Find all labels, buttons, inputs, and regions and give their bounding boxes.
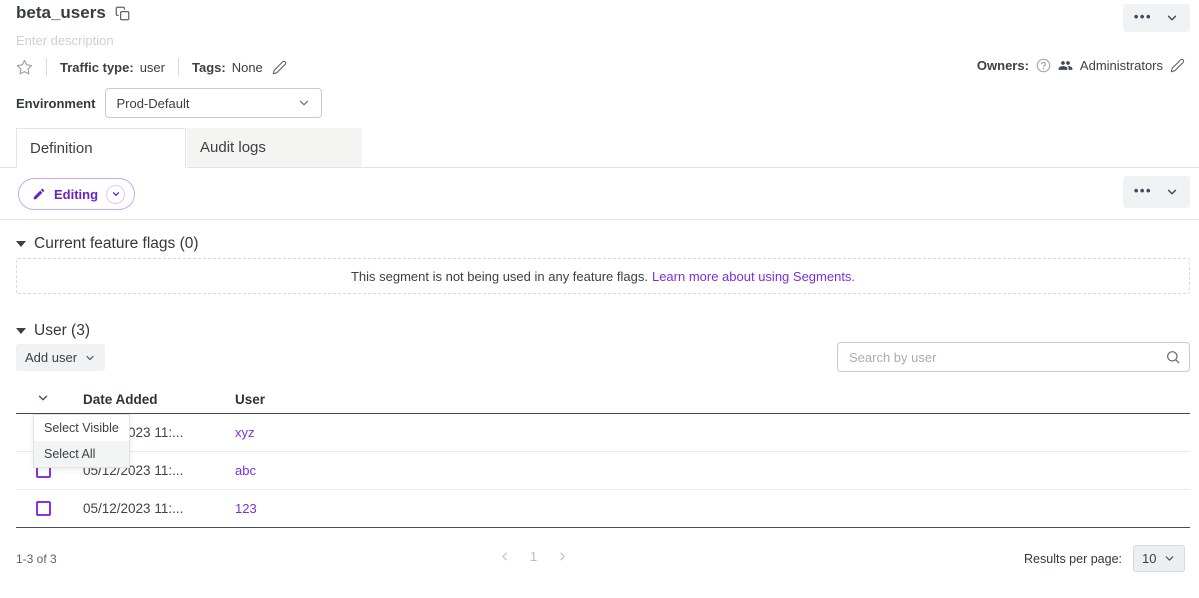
table-header-row: Date Added User [16,386,1190,414]
page-number[interactable]: 1 [530,549,537,564]
search-input[interactable] [837,342,1190,372]
help-icon[interactable] [1036,58,1051,73]
owners-row: Owners: Administrators [977,58,1185,73]
collapse-triangle-icon [16,328,26,334]
ellipsis-icon: ••• [1134,184,1152,201]
collapse-triangle-icon [16,241,26,247]
column-header-date: Date Added [83,392,235,407]
section-divider [0,219,1199,220]
divider [178,58,179,76]
description-field[interactable]: Enter description [16,33,114,48]
chevron-down-icon [1165,11,1179,25]
add-user-button[interactable]: Add user [16,344,105,371]
next-page-icon[interactable] [556,550,569,563]
environment-label: Environment [16,96,95,111]
editing-label: Editing [54,187,98,202]
environment-select[interactable]: Prod-Default [105,88,322,118]
user-section-header[interactable]: User (3) [16,322,90,340]
users-table: Date Added User 05/12/2023 11:... xyz 05… [16,386,1190,528]
traffic-type-value: user [140,60,165,75]
copy-icon[interactable] [115,6,130,21]
feature-flags-section-header[interactable]: Current feature flags (0) [16,235,199,253]
chevron-down-icon [36,391,50,405]
divider [46,58,47,76]
tags-label: Tags: [192,60,226,75]
environment-row: Environment Prod-Default [16,88,322,118]
pencil-icon [32,187,46,201]
results-per-page-select[interactable]: 10 [1133,545,1185,572]
pagination: 1 [498,549,569,564]
feature-flags-empty-state: This segment is not being used in any fe… [16,258,1190,294]
cell-date: 05/12/2023 11:... [83,501,235,516]
feature-flags-section-title: Current feature flags (0) [34,235,199,253]
segment-meta-row: Traffic type: user Tags: None [16,58,287,76]
table-row: 05/12/2023 11:... abc [16,452,1190,490]
search-icon[interactable] [1165,349,1181,365]
edit-tags-icon[interactable] [272,60,287,75]
search-container [837,342,1190,372]
learn-more-link[interactable]: Learn more about using Segments. [652,269,855,284]
group-icon [1058,58,1073,73]
results-per-page-label: Results per page: [1024,552,1122,566]
segment-detail-page: beta_users ••• Enter description Traffic… [0,0,1199,598]
results-per-page-value: 10 [1142,551,1156,566]
tab-definition[interactable]: Definition [16,128,186,168]
segment-actions-menu-button[interactable]: ••• [1123,4,1190,32]
results-per-page: Results per page: 10 [1024,545,1185,572]
menu-item-select-all[interactable]: Select All [34,441,129,467]
chevron-down-icon [297,96,311,110]
results-range-text: 1-3 of 3 [16,552,57,566]
environment-selected-value: Prod-Default [116,96,189,111]
table-row: 05/12/2023 11:... 123 [16,490,1190,528]
chevron-down-icon [1163,552,1176,565]
segment-name: beta_users [16,3,106,23]
star-icon[interactable] [16,59,33,76]
menu-item-select-visible[interactable]: Select Visible [34,415,129,441]
editing-button[interactable]: Editing [18,178,135,210]
user-link[interactable]: abc [235,463,256,478]
table-row: 05/12/2023 11:... xyz [16,414,1190,452]
user-section-title: User (3) [34,322,90,340]
column-header-user: User [235,392,265,407]
add-user-label: Add user [25,350,77,365]
select-all-dropdown[interactable] [16,391,83,408]
tags-value: None [232,60,263,75]
select-dropdown-menu: Select Visible Select All [33,414,130,468]
ellipsis-icon: ••• [1134,10,1152,27]
traffic-type-label: Traffic type: [60,60,134,75]
user-link[interactable]: 123 [235,501,257,516]
owners-value: Administrators [1080,58,1163,73]
chevron-down-icon [1165,185,1179,199]
empty-state-text: This segment is not being used in any fe… [351,269,648,284]
edit-owners-icon[interactable] [1170,58,1185,73]
definition-actions-menu-button[interactable]: ••• [1123,176,1190,208]
owners-label: Owners: [977,58,1029,73]
page-title: beta_users [16,3,130,23]
chevron-down-icon [84,352,96,364]
chevron-down-icon [106,185,125,204]
tab-audit-logs[interactable]: Audit logs [187,128,362,167]
user-link[interactable]: xyz [235,425,255,440]
previous-page-icon[interactable] [498,550,511,563]
row-checkbox[interactable] [36,501,51,516]
